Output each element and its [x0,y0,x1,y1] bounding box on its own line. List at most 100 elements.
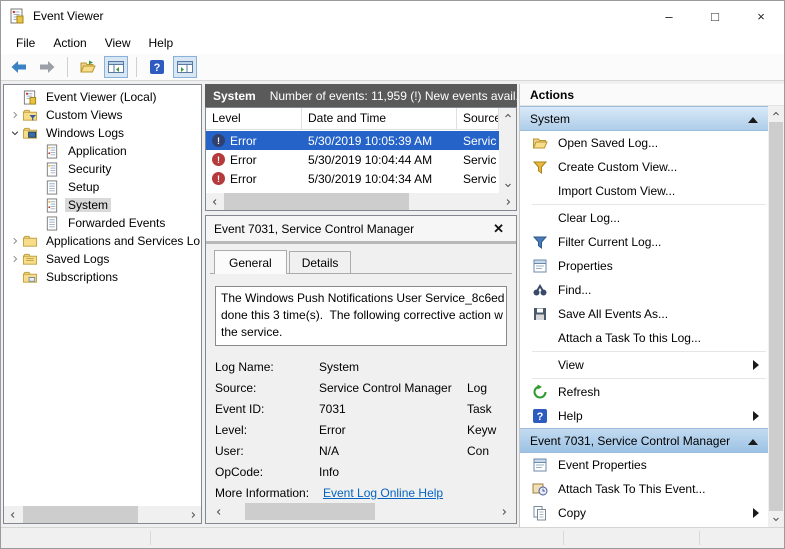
log-name: System [213,88,256,103]
event-viewer-icon [22,89,39,105]
chevron-right-icon[interactable] [8,108,22,122]
field-opcode: OpCode: Info [215,464,340,479]
scroll-left-icon[interactable] [210,503,227,520]
log-view-pane: System Number of events: 11,959 (!) New … [205,84,517,524]
actions-body: System Open Saved Log... Create Custom V… [520,106,768,527]
menu-action[interactable]: Action [44,33,95,53]
close-icon[interactable]: ✕ [489,221,508,237]
open-saved-log-icon[interactable] [76,56,100,78]
event-log-plain-icon [44,179,61,195]
tree-item-windows-logs[interactable]: Windows Logs [4,124,201,142]
tree-horizontal-scrollbar[interactable] [4,506,201,523]
action-save-all-events-as[interactable]: Save All Events As... [520,302,768,326]
column-header-date[interactable]: Date and Time [302,108,457,129]
back-icon[interactable] [7,56,31,78]
scroll-left-icon[interactable] [4,506,21,523]
main-area: Event Viewer (Local) Custom Views Window… [1,81,784,527]
minimize-button[interactable]: – [646,1,692,31]
scroll-down-icon[interactable] [499,177,516,193]
forward-icon[interactable] [35,56,59,78]
folder-icon [22,270,39,285]
tab-details[interactable]: Details [288,251,352,273]
menu-help[interactable]: Help [140,33,183,53]
tree-item-system[interactable]: System [4,196,201,214]
funnel-blue-icon [532,234,548,250]
tree-item-application[interactable]: Application [4,142,201,160]
action-view[interactable]: View [520,353,768,377]
menu-view[interactable]: View [96,33,140,53]
copy-icon [532,505,548,521]
chevron-down-icon[interactable] [8,126,22,140]
collapse-icon[interactable] [748,439,758,445]
actions-title: Actions [520,84,784,106]
save-icon [532,306,548,322]
actions-pane: Actions System Open Saved Log... Create … [519,84,784,527]
scroll-down-icon[interactable] [768,511,784,527]
actions-vertical-scrollbar[interactable] [768,106,784,527]
event-row[interactable]: ! Error 5/30/2019 10:05:39 AM Servic [206,131,499,150]
scroll-up-icon[interactable] [768,106,784,122]
scroll-right-icon[interactable] [184,506,201,523]
submenu-arrow-icon [753,360,759,370]
task-clock-icon [532,481,548,497]
column-header-source[interactable]: Source [457,108,499,129]
event-details-pane: Event 7031, Service Control Manager ✕ Ge… [205,215,517,524]
event-description[interactable]: The Windows Push Notifications User Serv… [215,286,507,346]
menu-bar: File Action View Help [1,31,784,54]
action-clear-log[interactable]: Clear Log... [520,206,768,230]
maximize-button[interactable]: □ [692,1,738,31]
action-import-custom-view[interactable]: Import Custom View... [520,179,768,203]
open-folder-icon [532,135,548,151]
tree-item-applications-services-logs[interactable]: Applications and Services Lo [4,232,201,250]
tab-general[interactable]: General [214,250,287,274]
close-button[interactable]: × [738,1,784,31]
event-list-vertical-scrollbar[interactable] [499,108,516,193]
scroll-right-icon[interactable] [495,503,512,520]
action-event-properties[interactable]: Event Properties [520,453,768,477]
scroll-up-icon[interactable] [499,108,516,124]
chevron-right-icon[interactable] [8,234,22,248]
menu-file[interactable]: File [7,33,44,53]
event-row[interactable]: ! Error 5/30/2019 10:04:44 AM Servic [206,150,499,169]
tree-item-security[interactable]: Security [4,160,201,178]
collapse-icon[interactable] [748,117,758,123]
event-list-horizontal-scrollbar[interactable] [206,193,516,210]
folder-logs-icon [22,126,39,141]
tree-item-event-viewer-local[interactable]: Event Viewer (Local) [4,88,201,106]
event-log-online-help-link[interactable]: Event Log Online Help [323,486,443,500]
field-level: Level: Error Keyw [215,422,497,437]
scroll-right-icon[interactable] [499,193,516,210]
action-open-saved-log[interactable]: Open Saved Log... [520,131,768,155]
action-attach-task-to-log[interactable]: Attach a Task To this Log... [520,326,768,350]
column-header-level[interactable]: Level [206,108,302,129]
actions-separator [532,351,766,352]
tree-item-saved-logs[interactable]: Saved Logs [4,250,201,268]
event-details-title: Event 7031, Service Control Manager [214,221,415,236]
svg-text:?: ? [537,411,544,423]
tree-item-setup[interactable]: Setup [4,178,201,196]
show-console-tree-icon[interactable] [104,56,128,78]
event-row[interactable]: ! Error 5/30/2019 10:04:34 AM Servic [206,169,499,188]
scrollbar-thumb[interactable] [769,122,783,511]
action-refresh[interactable]: Refresh [520,380,768,404]
funnel-yellow-icon [532,159,548,175]
action-filter-current-log[interactable]: Filter Current Log... [520,230,768,254]
details-horizontal-scrollbar[interactable] [210,503,512,520]
action-attach-task-to-event[interactable]: Attach Task To This Event... [520,477,768,501]
action-copy[interactable]: Copy [520,501,768,525]
action-create-custom-view[interactable]: Create Custom View... [520,155,768,179]
tree-item-subscriptions[interactable]: Subscriptions [4,268,201,286]
action-find[interactable]: Find... [520,278,768,302]
tree-item-custom-views[interactable]: Custom Views [4,106,201,124]
help-icon[interactable]: ? [145,56,169,78]
tree-item-forwarded-events[interactable]: Forwarded Events [4,214,201,232]
app-icon [9,8,25,24]
action-help[interactable]: ? Help [520,404,768,428]
scroll-left-icon[interactable] [206,193,223,210]
show-action-pane-icon[interactable] [173,56,197,78]
actions-section-event[interactable]: Event 7031, Service Control Manager [520,428,768,453]
action-properties[interactable]: Properties [520,254,768,278]
toolbar: ? [1,54,784,81]
chevron-right-icon[interactable] [8,252,22,266]
actions-section-system[interactable]: System [520,106,768,131]
